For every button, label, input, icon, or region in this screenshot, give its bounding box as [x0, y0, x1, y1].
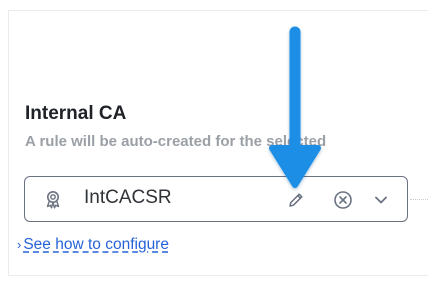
select-value: IntCACSR — [84, 187, 172, 208]
internal-ca-select[interactable]: IntCACSR — [24, 176, 408, 222]
panel-top-border — [8, 10, 428, 11]
annotation-arrow — [269, 26, 321, 188]
panel-bottom-border — [8, 275, 428, 276]
clear-circle-x-icon[interactable] — [333, 190, 353, 210]
link-caret-icon: › — [17, 237, 22, 252]
connector-line — [410, 199, 428, 200]
pencil-edit-icon[interactable] — [287, 191, 305, 209]
see-how-to-configure-link[interactable]: › See how to configure — [17, 236, 169, 254]
panel: Internal CA A rule will be auto-created … — [0, 0, 428, 286]
panel-left-border — [8, 10, 9, 276]
link-label: See how to configure — [23, 236, 169, 253]
section-description: A rule will be auto-created for the sele… — [25, 133, 327, 150]
chevron-down-icon[interactable] — [373, 192, 389, 208]
section-title: Internal CA — [25, 103, 127, 124]
certificate-badge-icon — [43, 189, 63, 209]
